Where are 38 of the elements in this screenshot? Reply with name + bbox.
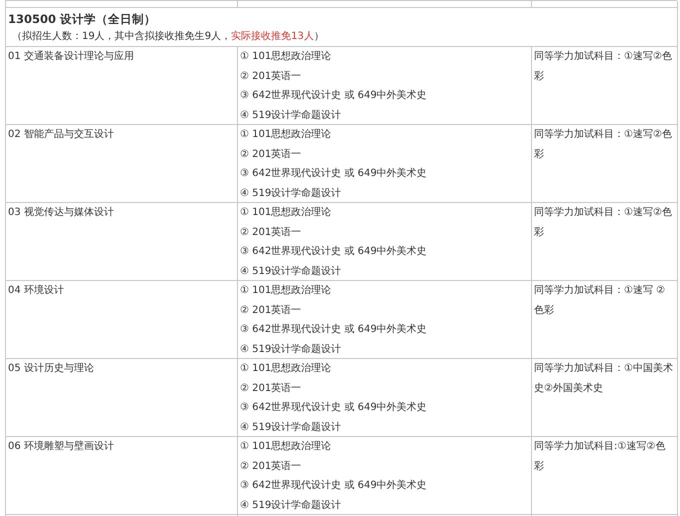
exam-subject: ② 201英语一 <box>240 148 302 162</box>
research-direction: 06 环境雕塑与壁画设计 <box>8 440 115 454</box>
exam-subject: ② 201英语一 <box>240 382 302 396</box>
research-direction: 03 视觉传达与媒体设计 <box>8 206 115 220</box>
extra-exam-subjects: 同等学力加试科目：①中国美术史②外国美术史 <box>534 362 674 396</box>
exam-subject: ② 201英语一 <box>240 70 302 84</box>
exam-subject: ④ 519设计学命题设计 <box>240 108 342 122</box>
exam-subject: ③ 642世界现代设计史 或 649中外美术史 <box>240 400 428 415</box>
extra-exam-subjects: 同等学力加试科目：①速写②色彩 <box>534 206 673 240</box>
exam-subject: ④ 519设计学命题设计 <box>240 186 342 200</box>
exam-subject: ③ 642世界现代设计史 或 649中外美术史 <box>240 88 428 103</box>
research-direction: 01 交通装备设计理论与应用 <box>8 50 135 64</box>
exam-subject: ① 101思想政治理论 <box>240 440 332 454</box>
enrollment-note: （拟招生人数：19人，其中含拟接收推免生9人，实际接收推免13人） <box>11 30 325 44</box>
extra-exam-subjects: 同等学力加试科目：①速写②色彩 <box>534 50 673 84</box>
exam-subject: ① 101思想政治理论 <box>240 128 332 142</box>
extra-exam-subjects: 同等学力加试科目：①速写②色彩 <box>534 128 673 162</box>
exam-subject: ② 201英语一 <box>240 304 302 318</box>
research-direction: 04 环境设计 <box>8 284 65 298</box>
program-title: 130500 设计学（全日制） <box>8 11 158 28</box>
exam-subject: ② 201英语一 <box>240 460 302 474</box>
exam-subject: ④ 519设计学命题设计 <box>240 342 342 356</box>
exam-subject: ④ 519设计学命题设计 <box>240 420 342 434</box>
research-direction: 05 设计历史与理论 <box>8 362 95 376</box>
extra-exam-subjects: 同等学力加试科目：①速写 ②色彩 <box>534 284 666 318</box>
research-direction: 02 智能产品与交互设计 <box>8 128 115 142</box>
exam-subject: ④ 519设计学命题设计 <box>240 264 342 278</box>
exam-subject: ① 101思想政治理论 <box>240 50 332 64</box>
exam-subject: ③ 642世界现代设计史 或 649中外美术史 <box>240 166 428 181</box>
exam-subject: ② 201英语一 <box>240 226 302 240</box>
exam-subject: ④ 519设计学命题设计 <box>240 498 342 512</box>
exam-subject: ① 101思想政治理论 <box>240 206 332 220</box>
exam-subject: ③ 642世界现代设计史 或 649中外美术史 <box>240 322 428 337</box>
exam-subject: ③ 642世界现代设计史 或 649中外美术史 <box>240 244 428 259</box>
extra-exam-subjects: 同等学力加试科目:①速写②色彩 <box>534 440 666 474</box>
exam-subject: ① 101思想政治理论 <box>240 362 332 376</box>
exam-subject: ③ 642世界现代设计史 或 649中外美术史 <box>240 478 428 493</box>
exam-subject: ① 101思想政治理论 <box>240 284 332 298</box>
